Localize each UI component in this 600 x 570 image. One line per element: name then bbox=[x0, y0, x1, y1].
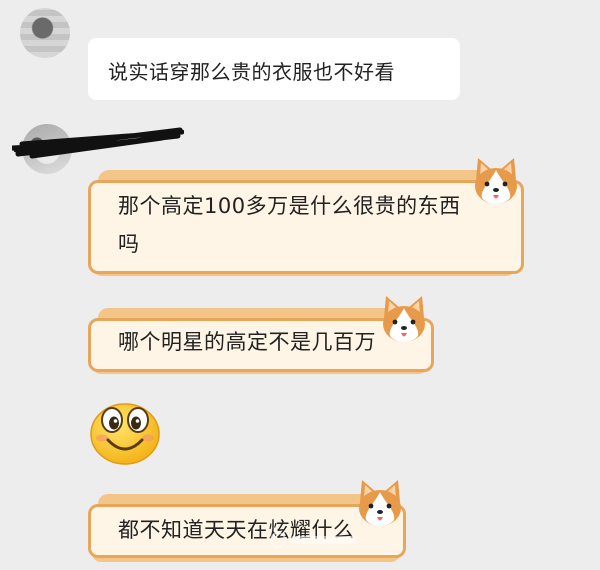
corgi-icon bbox=[475, 158, 517, 204]
corgi-icon bbox=[383, 296, 425, 342]
message-text: 那个高定100多万是什么很贵的东西 bbox=[118, 194, 461, 218]
corgi-icon bbox=[359, 480, 401, 526]
message-text: 说实话穿那么贵的衣服也不好看 bbox=[108, 60, 395, 84]
watermark-logo bbox=[270, 532, 356, 548]
message-text: 哪个明星的高定不是几百万 bbox=[118, 330, 376, 354]
avatar[interactable] bbox=[20, 8, 70, 58]
smiling-face-icon[interactable] bbox=[88, 396, 162, 466]
message-text: 吗 bbox=[118, 232, 140, 256]
redacted-nickname bbox=[12, 127, 184, 159]
message-bubble[interactable]: 那个高定100多万是什么很贵的东西 吗 bbox=[86, 160, 526, 280]
